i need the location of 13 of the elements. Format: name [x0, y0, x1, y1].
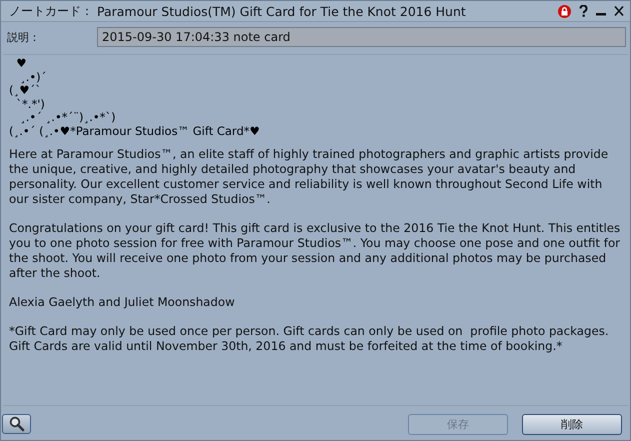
paragraph: Alexia Gaelyth and Juliet Moonshadow: [9, 295, 236, 310]
description-label: 説明：: [7, 30, 41, 44]
description-field[interactable]: 2015-09-30 17:04:33 note card: [97, 27, 626, 47]
paragraph: Congratulations on your gift card! This gift card is exclusive to the 2016 Tie the Knot Hunt. This entitles you to one photo session for free with Paramour Studios™. You may choose one pose and one outfit for the shoot. You will receive one photo from your session and any additional photos may be purchased after the shoot.: [9, 221, 622, 281]
search-button[interactable]: [2, 414, 31, 434]
close-icon[interactable]: [614, 5, 624, 17]
delete-button[interactable]: 削除: [522, 414, 622, 434]
window-title-label: ノートカード：: [9, 2, 93, 20]
paragraph: *Gift Card may only be used once per person. Gift cards can only be used on profile photo packages. Gift Cards are valid until November 30th, 2016 and must be forfeited at the time of booking.*: [9, 324, 610, 354]
window-title: Paramour Studios(TM) Gift Card for Tie the Knot 2016 Hunt: [97, 4, 467, 18]
ascii-art: ♥ ¸.•)´ (¸♥´` `*.*') ¸.•´ ¸.•*´¨)¸.•*`) (¸.•´ (¸.•♥*Paramour Studios™ Gift Card*♥: [9, 57, 261, 138]
paragraph: Here at Paramour Studios™, an elite staff of highly trained photographers and graphic artists provide the unique, creative, and highly detailed photography that showcases your avatar's beauty and personality. Our excellent customer service and reliability is well known throughout Second Life with our sister company, Star*Crossed Studios™.: [9, 147, 610, 207]
help-icon[interactable]: [579, 5, 588, 17]
